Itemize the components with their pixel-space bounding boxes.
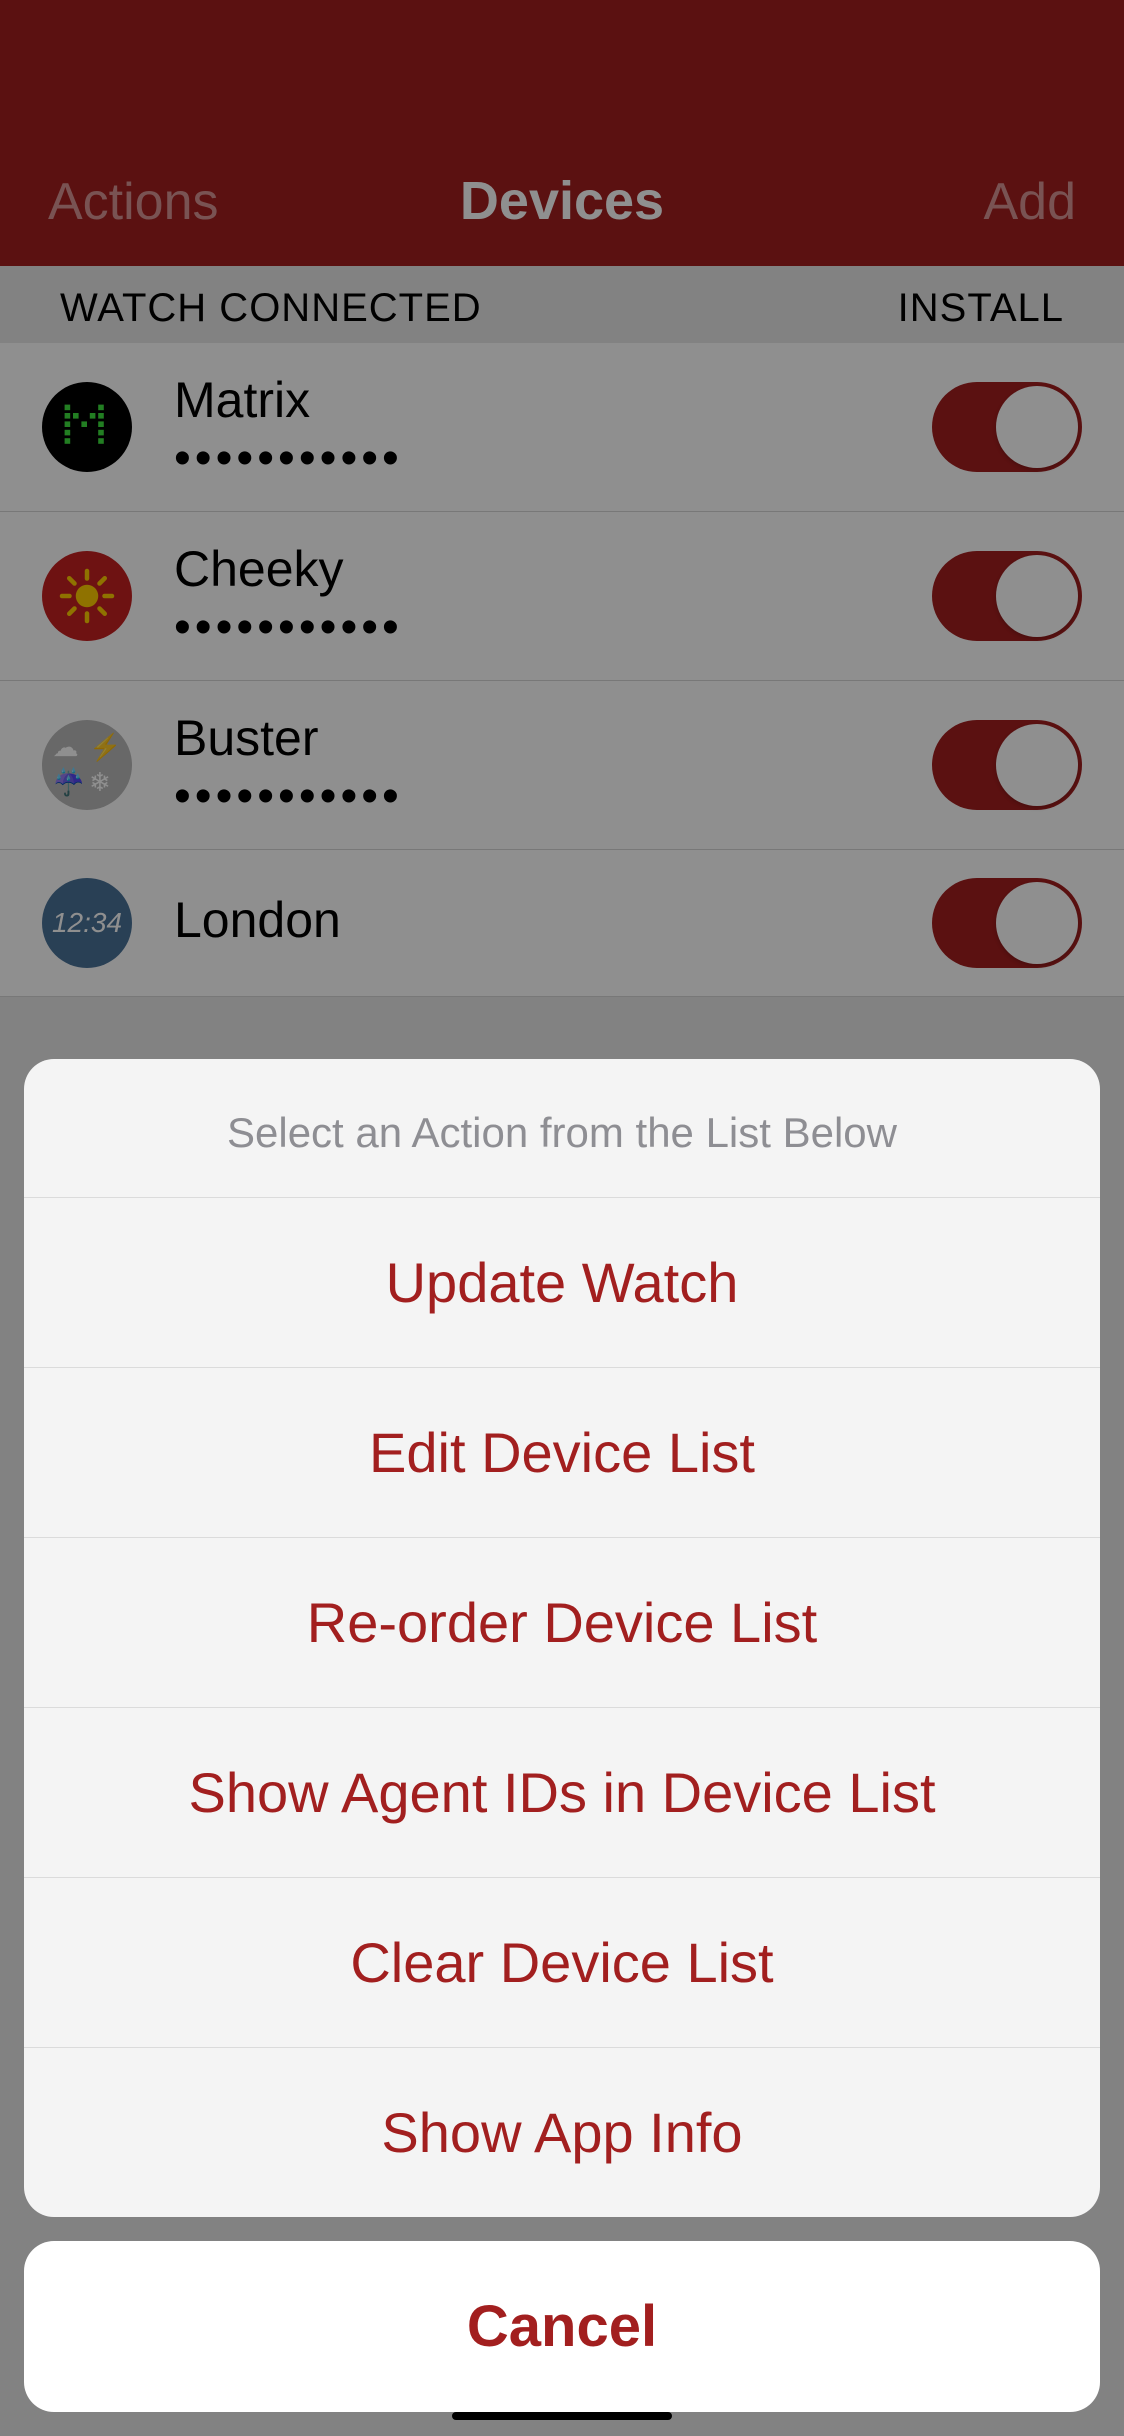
action-clear-device-list[interactable]: Clear Device List: [24, 1878, 1100, 2048]
action-sheet-title: Select an Action from the List Below: [24, 1059, 1100, 1198]
action-sheet: Select an Action from the List Below Upd…: [24, 1059, 1100, 2217]
cancel-button[interactable]: Cancel: [24, 2241, 1100, 2412]
action-reorder-device-list[interactable]: Re-order Device List: [24, 1538, 1100, 1708]
action-edit-device-list[interactable]: Edit Device List: [24, 1368, 1100, 1538]
action-show-app-info[interactable]: Show App Info: [24, 2048, 1100, 2217]
home-indicator[interactable]: [452, 2412, 672, 2420]
action-update-watch[interactable]: Update Watch: [24, 1198, 1100, 1368]
modal-overlay[interactable]: Select an Action from the List Below Upd…: [0, 0, 1124, 2436]
action-show-agent-ids[interactable]: Show Agent IDs in Device List: [24, 1708, 1100, 1878]
